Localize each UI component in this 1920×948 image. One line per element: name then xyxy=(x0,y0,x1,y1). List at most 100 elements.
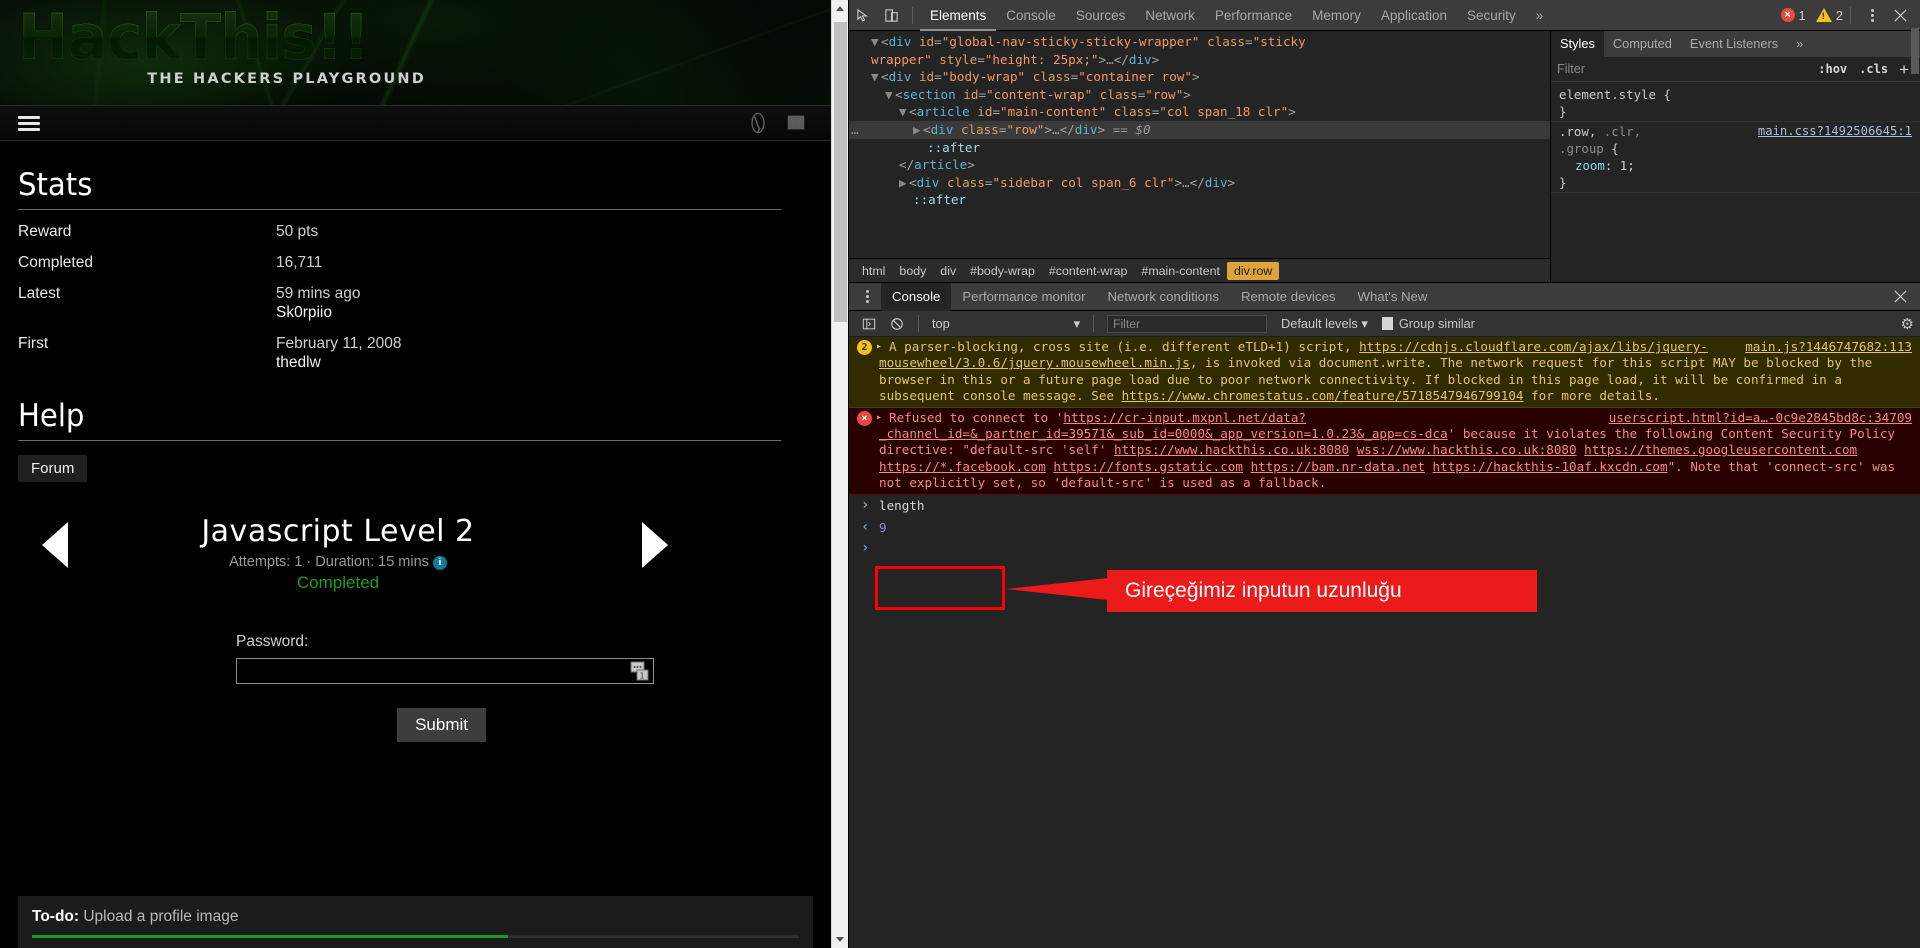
dom-node[interactable]: ::after xyxy=(849,139,1550,157)
dom-node[interactable]: ▼ <div id="global-nav-sticky-sticky-wrapp… xyxy=(849,33,1550,51)
console-output[interactable]: 2 ▸ main.js?1446747682:113 A parser-bloc… xyxy=(849,337,1920,948)
hov-toggle[interactable]: :hov xyxy=(1812,62,1853,76)
device-toggle-icon[interactable] xyxy=(877,1,905,29)
tab-console[interactable]: Console xyxy=(996,0,1066,31)
tab-network[interactable]: Network xyxy=(1135,0,1205,31)
drawer-tab-performance-monitor[interactable]: Performance monitor xyxy=(951,283,1096,311)
chevron-double-right-icon[interactable]: » xyxy=(1526,0,1554,31)
styles-filter-input[interactable]: Filter xyxy=(1557,62,1812,76)
inspect-cursor-icon[interactable] xyxy=(849,1,877,29)
style-origin-link[interactable]: main.css?1492506645:1 xyxy=(1758,123,1912,140)
dom-node[interactable]: ▶ <div class="sidebar col span_6 clr">…</… xyxy=(849,174,1550,192)
tab-styles[interactable]: Styles xyxy=(1551,31,1604,57)
console-link[interactable]: https://www.hackthis.co.uk:8080 xyxy=(1114,442,1349,457)
console-message-error[interactable]: × ▸ userscript.html?id=a…-0c9e2845bd8c:3… xyxy=(849,407,1920,495)
site-logo[interactable]: HackThis!! THE HACKERS PLAYGROUND xyxy=(18,6,518,87)
group-similar-checkbox[interactable] xyxy=(1381,317,1393,330)
drawer-tab-whats-new[interactable]: What's New xyxy=(1347,283,1439,311)
arrow-right-icon[interactable] xyxy=(642,522,668,568)
expand-icon[interactable]: ▸ xyxy=(876,410,882,426)
breadcrumb-item[interactable]: #content-wrap xyxy=(1042,262,1135,280)
arrow-left-icon[interactable] xyxy=(42,522,68,568)
error-count-chip[interactable]: × 1 xyxy=(1780,8,1806,23)
dom-node[interactable]: ▼ <section id="content-wrap" class="row"> xyxy=(849,86,1550,104)
breadcrumb-item[interactable]: div xyxy=(933,262,963,280)
tab-computed[interactable]: Computed xyxy=(1604,31,1681,57)
kebab-menu-icon[interactable] xyxy=(853,283,881,311)
drawer-tab-network-conditions[interactable]: Network conditions xyxy=(1097,283,1230,311)
dom-node[interactable]: ▼ <div id="body-wrap" class="container ro… xyxy=(849,68,1550,86)
stat-value-user[interactable]: thedlw xyxy=(276,354,402,372)
hamburger-icon[interactable] xyxy=(18,113,40,134)
breadcrumb-item[interactable]: #body-wrap xyxy=(963,262,1042,280)
tab-memory[interactable]: Memory xyxy=(1302,0,1371,31)
tab-event-listeners[interactable]: Event Listeners xyxy=(1681,31,1787,57)
console-evaluated-expression[interactable]: length xyxy=(849,495,1920,517)
console-link[interactable]: https://*.facebook.com xyxy=(879,459,1046,474)
chevron-double-right-icon[interactable]: » xyxy=(1787,31,1812,57)
globe-icon[interactable] xyxy=(747,112,769,134)
console-link[interactable]: https://themes.googleusercontent.com xyxy=(1584,442,1857,457)
stat-value-user[interactable]: Sk0rpiio xyxy=(276,304,360,322)
breadcrumb-item[interactable]: body xyxy=(892,262,933,280)
expand-icon[interactable]: ▸ xyxy=(876,339,882,355)
breadcrumb-item[interactable]: #main-content xyxy=(1134,262,1227,280)
console-link[interactable]: https://cdnjs.cloudflare.com/ajax/libs/j… xyxy=(879,339,1708,370)
scroll-up-icon[interactable] xyxy=(832,0,848,17)
group-similar-label[interactable]: Group similar xyxy=(1399,316,1475,331)
console-filter-input[interactable]: Filter xyxy=(1107,314,1267,333)
console-link[interactable]: https://hackthis-10af.kxcdn.com xyxy=(1433,459,1668,474)
dom-node[interactable]: wrapper" style="height: 25px;">…</div> xyxy=(849,51,1550,69)
todo-task[interactable]: Upload a profile image xyxy=(83,908,238,925)
style-rule[interactable]: .row, .clr, main.css?1492506645:1 .group… xyxy=(1551,122,1920,193)
drawer-tab-console[interactable]: Console xyxy=(881,282,952,311)
style-selector[interactable]: .row, xyxy=(1559,124,1596,139)
console-message-source[interactable]: userscript.html?id=a…-0c9e2845bd8c:34709 xyxy=(1609,410,1912,426)
style-selector[interactable]: element.style xyxy=(1559,87,1656,102)
dom-node[interactable]: ▼ <article id="main-content" class="col s… xyxy=(849,103,1550,121)
console-link[interactable]: https://fonts.gstatic.com xyxy=(1053,459,1243,474)
close-icon[interactable] xyxy=(1886,283,1914,311)
console-prompt-input[interactable] xyxy=(849,539,1920,559)
envelope-icon[interactable] xyxy=(785,112,807,134)
password-manager-icon[interactable]: 1 xyxy=(629,660,651,682)
console-link[interactable]: https://cr-input.mxpnl.net/data?_channel… xyxy=(879,410,1448,441)
dom-tree[interactable]: ▼ <div id="global-nav-sticky-sticky-wrapp… xyxy=(849,31,1550,258)
dom-node[interactable]: </article> xyxy=(849,156,1550,174)
console-message-source[interactable]: main.js?1446747682:113 xyxy=(1745,339,1912,355)
cls-toggle[interactable]: .cls xyxy=(1853,62,1894,76)
style-prop[interactable]: zoom xyxy=(1559,158,1605,173)
scroll-down-icon[interactable] xyxy=(832,931,848,948)
warning-count-chip[interactable]: 2 xyxy=(1815,8,1843,23)
submit-button[interactable]: Submit xyxy=(397,708,486,742)
console-levels-select[interactable]: Default levels ▾ xyxy=(1281,316,1368,332)
style-value[interactable]: 1; xyxy=(1620,158,1635,173)
tab-sources[interactable]: Sources xyxy=(1066,0,1136,31)
drawer-tab-remote-devices[interactable]: Remote devices xyxy=(1230,283,1347,311)
kebab-menu-icon[interactable] xyxy=(1858,1,1886,29)
console-message-warning[interactable]: 2 ▸ main.js?1446747682:113 A parser-bloc… xyxy=(849,337,1920,408)
tab-application[interactable]: Application xyxy=(1371,0,1457,31)
tab-elements[interactable]: Elements xyxy=(920,0,996,31)
scrollbar-thumb[interactable] xyxy=(834,22,847,322)
style-rule[interactable]: element.style { } xyxy=(1551,85,1920,122)
breadcrumb-item-active[interactable]: div.row xyxy=(1226,261,1280,280)
dom-node[interactable]: ::after xyxy=(849,191,1550,209)
breadcrumb-item[interactable]: html xyxy=(855,262,892,280)
close-icon[interactable] xyxy=(1886,1,1914,29)
page-scrollbar[interactable] xyxy=(831,0,848,948)
console-context-select[interactable]: top ▾ xyxy=(926,316,1086,332)
dom-node[interactable]: … ▶ <div class="row">…</div> == $0 xyxy=(849,120,1550,139)
tab-security[interactable]: Security xyxy=(1457,0,1526,31)
gear-icon[interactable]: ⚙ xyxy=(1901,315,1914,333)
clear-console-icon[interactable] xyxy=(883,310,911,338)
info-icon[interactable]: i xyxy=(432,556,447,570)
tab-performance[interactable]: Performance xyxy=(1205,0,1302,31)
console-link[interactable]: wss://www.hackthis.co.uk:8080 xyxy=(1357,442,1577,457)
password-input[interactable] xyxy=(236,658,654,684)
console-link[interactable]: https://www.chromestatus.com/feature/571… xyxy=(1122,388,1524,403)
console-sidebar-icon[interactable] xyxy=(855,310,883,338)
forum-button[interactable]: Forum xyxy=(18,455,88,482)
web-page-panel: HackThis!! THE HACKERS PLAYGROUND Stats xyxy=(0,0,848,948)
console-link[interactable]: https://bam.nr-data.net xyxy=(1251,459,1425,474)
